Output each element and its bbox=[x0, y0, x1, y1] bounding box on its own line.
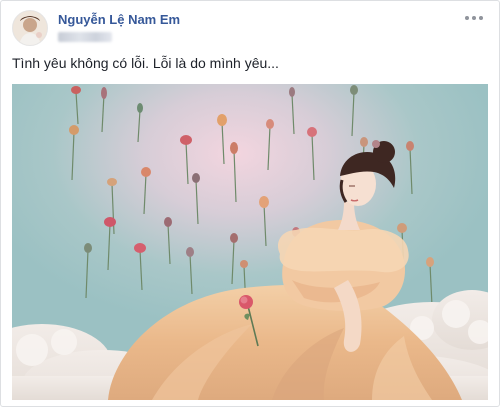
author-name-link[interactable]: Nguyễn Lệ Nam Em bbox=[58, 12, 180, 27]
photo-image bbox=[12, 84, 488, 400]
post-header: Nguyễn Lệ Nam Em bbox=[1, 1, 499, 51]
more-options-button[interactable] bbox=[463, 11, 485, 25]
ellipsis-icon bbox=[479, 16, 483, 20]
ellipsis-icon bbox=[465, 16, 469, 20]
ellipsis-icon bbox=[472, 16, 476, 20]
post-photo[interactable] bbox=[12, 84, 488, 400]
author-avatar[interactable] bbox=[12, 10, 48, 46]
post-timestamp[interactable] bbox=[58, 32, 112, 42]
post-card: Nguyễn Lệ Nam Em Tình yêu không có lỗi. … bbox=[0, 0, 500, 407]
profile-photo-icon bbox=[13, 11, 47, 45]
post-text: Tình yêu không có lỗi. Lỗi là do mình yê… bbox=[12, 55, 279, 71]
